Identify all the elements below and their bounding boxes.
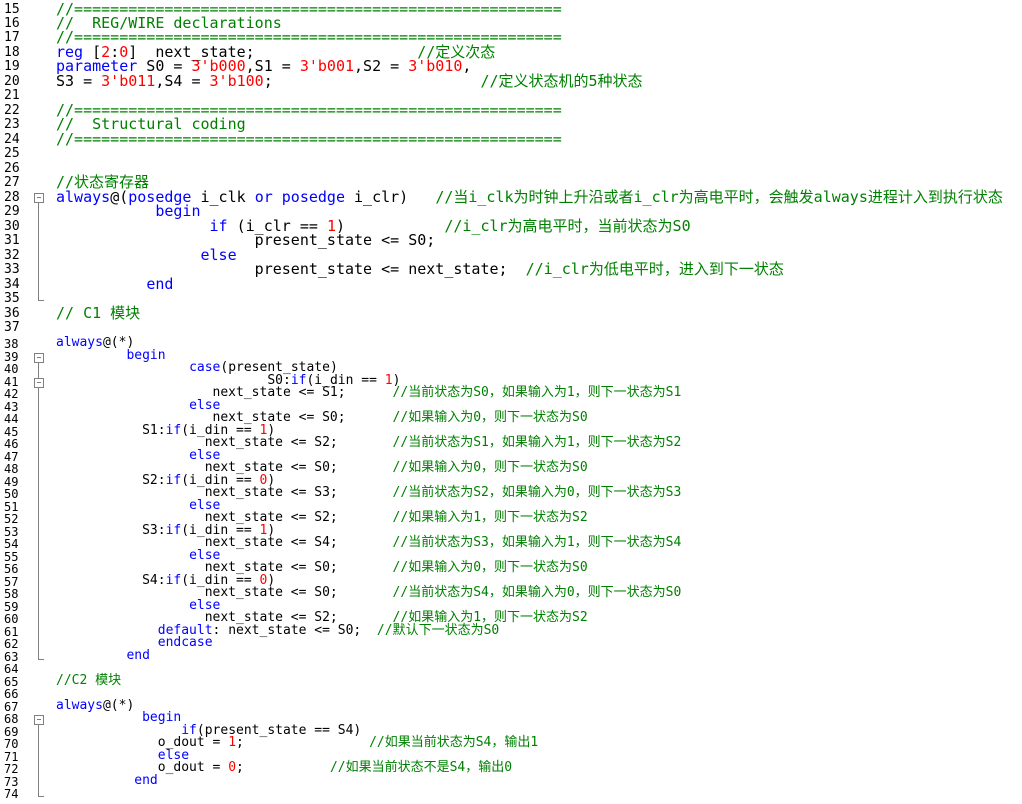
code-text-token: i_clr) [345, 188, 436, 206]
code-line: // C1 模块 [56, 304, 141, 322]
comment-token: //i_clr为高电平时，当前状态为S0 [444, 217, 691, 235]
comment-token: //如果当前状态为S4，输出1 [369, 735, 539, 750]
number-literal-token: 1 [228, 735, 237, 750]
comment-token: //当前状态为S1，如果输入为1，则下一状态为S2 [392, 435, 682, 450]
comment-token: //当前状态为S2，如果输入为0，则下一状态为S3 [392, 485, 682, 500]
comment-token: //i_clr为低电平时，进入到下一状态 [525, 260, 784, 278]
keyword-token: end [126, 648, 150, 663]
keyword-token: end [134, 773, 158, 788]
comment-token: //当前状态为S0，如果输入为1，则下一状态为S1 [392, 385, 682, 400]
comment-token: //如果输入为1，则下一状态为S2 [392, 510, 588, 525]
code-line: present_state <= next_state; //i_clr为低电平… [56, 260, 784, 278]
comment-token: //如果输入为0，则下一状态为S0 [392, 410, 588, 425]
comment-token: //如果输入为0，则下一状态为S0 [392, 460, 588, 475]
comment-token: //当i_clk为时钟上升沿或者i_clr为高电平时，会触发always进程计入… [435, 188, 1003, 206]
code-line: begin [56, 204, 200, 219]
code-text-token: : next_state <= S0; [212, 623, 377, 638]
code-text-token: S3 = [56, 72, 102, 90]
number-literal-token: 3'b100 [209, 72, 264, 90]
comment-token: //当前状态为S3，如果输入为1，则下一状态为S4 [392, 535, 682, 550]
code-text-token: i_clk [191, 188, 255, 206]
code-line: end [56, 648, 150, 663]
comment-token: //如果输入为0，则下一状态为S0 [392, 560, 588, 575]
code-editor[interactable]: 15 16 17 18 19 20 21 22 23 24 25 26 27 28 29 30 31 32 33 34… [0, 0, 1022, 804]
code-line: // Structural coding [56, 117, 246, 132]
comment-token: //如果当前状态不是S4，输出0 [329, 760, 513, 775]
comment-token: //======================================… [56, 130, 562, 148]
keyword-token: endcase [157, 635, 213, 650]
comment-token: //C2 模块 [56, 673, 122, 688]
code-line: //状态寄存器 [56, 175, 149, 190]
keyword-token: posedge [281, 188, 345, 206]
code-line: S3 = 3'b011,S4 = 3'b100; //定义状态机的5种状态 [56, 72, 643, 90]
comment-token: //定义状态机的5种状态 [480, 72, 643, 90]
comment-token: //当前状态为S4，如果输入为0，则下一状态为S0 [392, 585, 682, 600]
code-line: end [56, 275, 174, 293]
code-line: //C2 模块 [56, 673, 122, 688]
code-line: //======================================… [56, 30, 562, 45]
code-text-token: ,S4 = [155, 72, 210, 90]
number-literal-token: 0 [228, 760, 237, 775]
code-line: present_state <= S0; [56, 233, 436, 248]
code-area[interactable]: //======================================… [0, 0, 1022, 804]
code-text-token: ; [236, 760, 330, 775]
code-text-token: ; [263, 72, 481, 90]
code-text-token: ; [236, 735, 370, 750]
number-literal-token: 3'b011 [101, 72, 156, 90]
code-line: end [56, 773, 158, 788]
comment-token: // C1 模块 [56, 304, 141, 322]
code-line: parameter S0 = 3'b000,S1 = 3'b001,S2 = 3… [56, 59, 471, 74]
code-line: //======================================… [56, 130, 562, 148]
comment-token: //默认下一状态为S0 [376, 623, 500, 638]
keyword-token: end [146, 275, 174, 293]
keyword-token: or [254, 188, 273, 206]
